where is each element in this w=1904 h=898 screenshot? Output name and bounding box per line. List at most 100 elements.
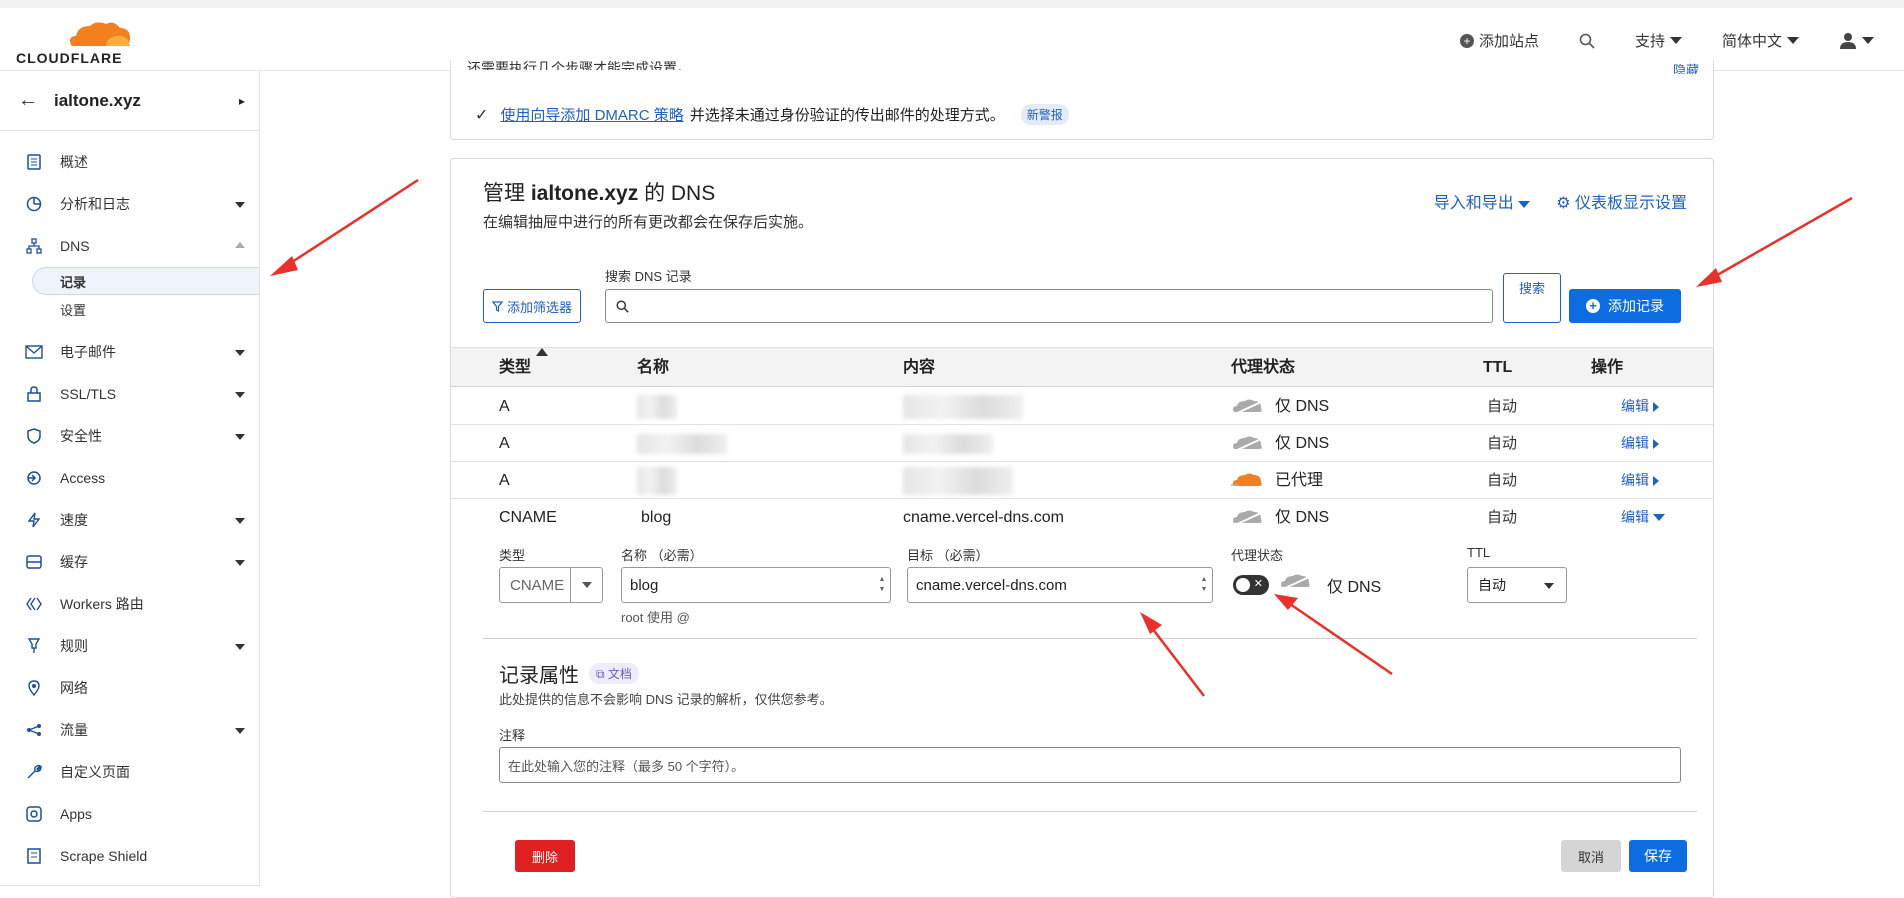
sidebar-subitem-settings[interactable]: 设置 (0, 295, 259, 323)
record-content: cname.vercel-dns.com (903, 509, 1064, 526)
import-export-menu[interactable]: 导入和导出 (1434, 189, 1531, 213)
title-suffix: 的 DNS (644, 182, 716, 205)
record-ttl: 自动 (1487, 472, 1518, 489)
cloud-dns-only-icon (1232, 510, 1262, 527)
sidebar-item-custom-pages[interactable]: 自定义页面 (0, 751, 259, 793)
delete-button[interactable]: 删除 (515, 840, 575, 872)
edit-link[interactable]: 编辑 (1621, 425, 1659, 462)
dmarc-wizard-link[interactable]: 使用向导添加 DMARC 策略 (500, 104, 683, 125)
dashboard-settings-button[interactable]: ⚙ 仪表板显示设置 (1556, 189, 1687, 213)
cloudflare-logo[interactable]: CLOUDFLARE (16, 18, 130, 68)
language-label: 简体中文 (1721, 33, 1782, 50)
sidebar-item-traffic[interactable]: 流量 (0, 709, 259, 751)
sidebar-item-apps[interactable]: Apps (0, 793, 259, 835)
target-label: 目标 （必需） (907, 548, 989, 563)
access-icon (24, 468, 44, 488)
ttl-select[interactable]: 自动 (1467, 567, 1567, 603)
sidebar-item-label: Access (60, 470, 106, 486)
sidebar-item-analytics[interactable]: 分析和日志 (0, 183, 259, 225)
type-label: 类型 (499, 548, 526, 563)
zone-selector[interactable]: ← ialtone.xyz ▸ (0, 71, 259, 131)
sidebar-item-ssl[interactable]: SSL/TLS (0, 373, 259, 415)
sidebar-item-email[interactable]: 电子邮件 (0, 331, 259, 373)
cancel-button[interactable]: 取消 (1561, 840, 1621, 872)
sidebar-item-dns[interactable]: DNS (0, 225, 259, 267)
target-field[interactable]: cname.vercel-dns.com ▲ ▼ (907, 567, 1213, 603)
record-content-redacted (903, 425, 993, 462)
sidebar-item-speed[interactable]: 速度 (0, 499, 259, 541)
dashboard-settings-label: 仪表板显示设置 (1574, 195, 1687, 212)
record-type: A (499, 472, 510, 489)
sidebar-item-label: 分析和日志 (60, 196, 130, 212)
sidebar-item-workers-routes[interactable]: Workers 路由 (0, 583, 259, 625)
hide-link[interactable]: 隐藏 (1673, 60, 1699, 74)
sidebar-item-label: Workers 路由 (60, 596, 144, 612)
dmarc-notice-text: 并选择未通过身份验证的传出邮件的处理方式。 (689, 107, 1005, 124)
search-button[interactable]: 搜索 (1503, 273, 1561, 323)
stepper-icon: ▲ ▼ (878, 576, 886, 593)
proxy-label: 已代理 (1275, 472, 1324, 489)
table-row[interactable]: A 已代理 自动 编辑 (451, 462, 1713, 499)
sidebar-item-scrape-shield[interactable]: Scrape Shield (0, 835, 259, 877)
add-site-label: 添加站点 (1478, 33, 1539, 50)
sidebar-item-label: 缓存 (60, 554, 88, 570)
add-record-button[interactable]: + 添加记录 (1569, 289, 1681, 323)
proxy-toggle[interactable]: ✕ (1233, 575, 1269, 595)
sidebar-subitem-records[interactable]: 记录 (32, 267, 259, 295)
user-menu[interactable] (1839, 32, 1874, 50)
edit-link[interactable]: 编辑 (1621, 388, 1659, 425)
edit-link[interactable]: 编辑 (1621, 462, 1659, 499)
attrs-title-label: 记录属性 (499, 665, 579, 687)
record-content-redacted (903, 388, 1023, 425)
proxy-label: 仅 DNS (1275, 398, 1330, 415)
sidebar-item-access[interactable]: Access (0, 457, 259, 499)
note-input[interactable]: 在此处输入您的注释（最多 50 个字符）。 (499, 747, 1681, 783)
table-row-expanded[interactable]: CNAME blog cname.vercel-dns.com 仅 DNS 自动… (451, 499, 1713, 536)
sort-up-icon (536, 348, 549, 356)
sidebar-item-overview[interactable]: 概述 (0, 141, 259, 183)
save-button[interactable]: 保存 (1629, 840, 1687, 872)
sidebar-item-security[interactable]: 安全性 (0, 415, 259, 457)
target-value: cname.vercel-dns.com (916, 576, 1067, 594)
divider (483, 638, 1697, 639)
sidebar-item-cache[interactable]: 缓存 (0, 541, 259, 583)
plus-circle-icon: + (1459, 33, 1474, 48)
dmarc-notice: ✓ 使用向导添加 DMARC 策略 并选择未通过身份验证的传出邮件的处理方式。 … (475, 104, 1069, 125)
notice-cut-text: 还需要执行几个步骤才能完成设置。 (467, 60, 691, 70)
ttl-label: TTL (1467, 545, 1491, 560)
column-header-type[interactable]: 类型 (499, 348, 549, 388)
record-ttl: 自动 (1487, 435, 1518, 452)
proxy-status: 仅 DNS (1231, 499, 1329, 536)
table-row[interactable]: A 仅 DNS 自动 编辑 (451, 425, 1713, 462)
note-label: 注释 (499, 728, 526, 743)
shield-icon (24, 426, 44, 446)
language-menu[interactable]: 简体中文 (1722, 30, 1799, 51)
edit-link[interactable]: 编辑 (1621, 499, 1665, 536)
proxy-status: 已代理 (1231, 462, 1323, 499)
back-arrow-icon[interactable]: ← (18, 89, 54, 112)
sidebar-item-network[interactable]: 网络 (0, 667, 259, 709)
plus-circle-icon: + (1586, 299, 1600, 313)
sidebar-item-label: Scrape Shield (60, 848, 148, 864)
sidebar-item-rules[interactable]: 规则 (0, 625, 259, 667)
subitem-label: 设置 (60, 302, 87, 318)
chevron-down-icon (1518, 201, 1531, 208)
search-input[interactable] (605, 289, 1493, 323)
type-select[interactable]: CNAME (499, 567, 603, 603)
support-menu[interactable]: 支持 (1635, 30, 1682, 51)
add-record-label: 添加记录 (1608, 298, 1664, 314)
docs-link[interactable]: ⧉ 文档 (589, 663, 639, 684)
add-site-button[interactable]: + 添加站点 (1459, 30, 1539, 51)
name-field[interactable]: blog ▲ ▼ (621, 567, 891, 603)
filter-icon (492, 300, 503, 312)
chevron-down-icon (1653, 514, 1665, 521)
divider (483, 811, 1697, 812)
cloud-dns-only-icon (1232, 399, 1262, 416)
add-filter-button[interactable]: 添加筛选器 (483, 289, 582, 323)
table-row[interactable]: A 仅 DNS 自动 编辑 (451, 388, 1713, 425)
close-icon: ✕ (1253, 578, 1263, 590)
search-button[interactable] (1579, 33, 1595, 49)
name-hint: root 使用 @ (621, 610, 690, 625)
sidebar-item-label: 自定义页面 (60, 764, 130, 780)
column-header-actions: 操作 (1591, 359, 1624, 376)
